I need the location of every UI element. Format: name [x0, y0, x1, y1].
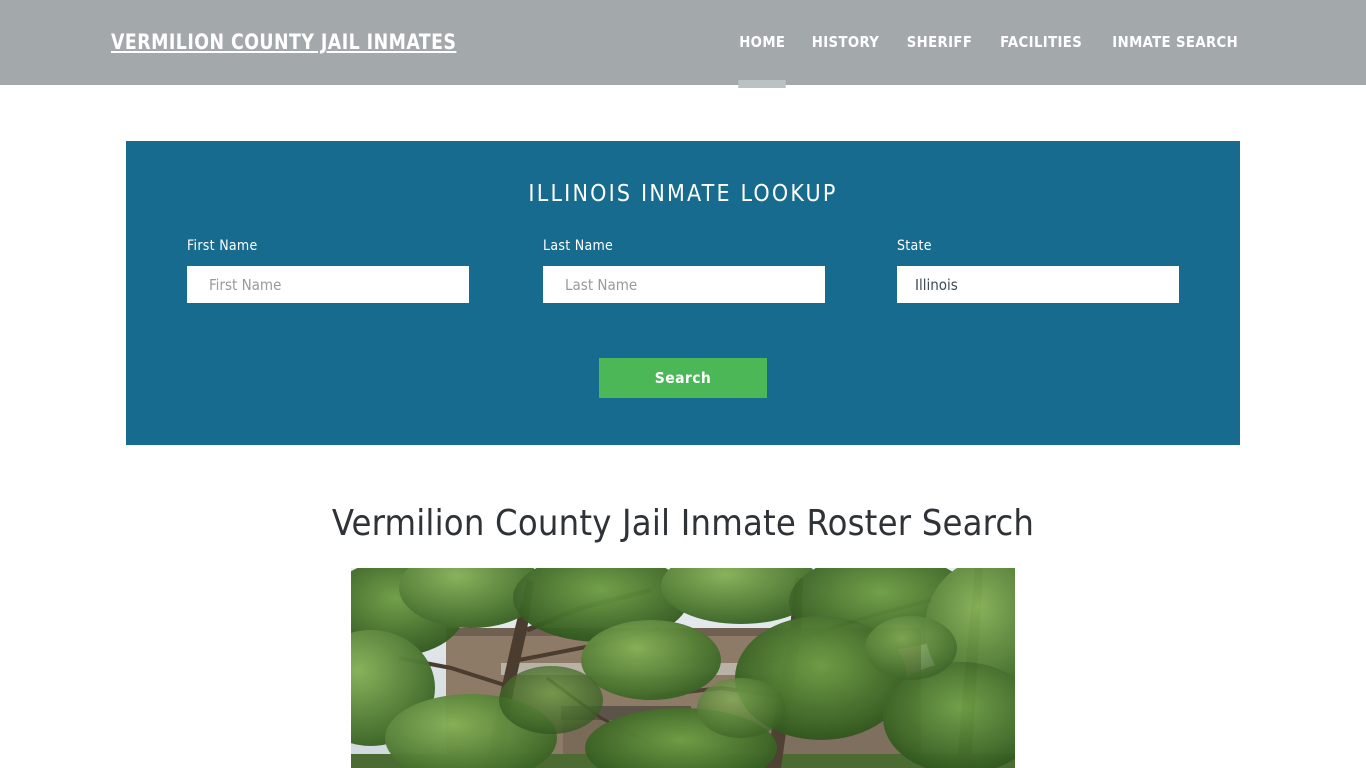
first-name-field-group: First Name [187, 238, 469, 303]
jail-photo-graphic [351, 568, 1015, 768]
nav-item-inmate-search[interactable]: Inmate Search [1100, 33, 1249, 51]
first-name-input[interactable] [187, 266, 469, 303]
nav-item-home[interactable]: Home [727, 33, 796, 51]
panel-title: Illinois Inmate Lookup [528, 181, 838, 207]
last-name-field-group: Last Name [543, 238, 825, 303]
last-name-input[interactable] [543, 266, 825, 303]
search-button[interactable]: Search [599, 358, 767, 398]
state-label: State [897, 238, 932, 254]
nav-item-history[interactable]: History [801, 33, 891, 51]
page-title: Vermilion County Jail Inmate Roster Sear… [331, 503, 1035, 544]
site-header: Vermilion County Jail Inmates Home Histo… [0, 0, 1366, 85]
nav-item-facilities[interactable]: Facilities [989, 33, 1094, 51]
site-logo[interactable]: Vermilion County Jail Inmates [111, 30, 456, 54]
nav-item-sheriff[interactable]: Sheriff [896, 33, 984, 51]
last-name-label: Last Name [543, 238, 614, 254]
first-name-label: First Name [187, 238, 258, 254]
state-field-group: State Illinois [897, 238, 1179, 303]
main-navigation: Home History Sheriff Facilities Inmate S… [726, 33, 1253, 51]
jail-photo [351, 568, 1015, 768]
inmate-lookup-panel: Illinois Inmate Lookup First Name Last N… [126, 141, 1240, 445]
state-select[interactable]: Illinois [897, 266, 1179, 303]
